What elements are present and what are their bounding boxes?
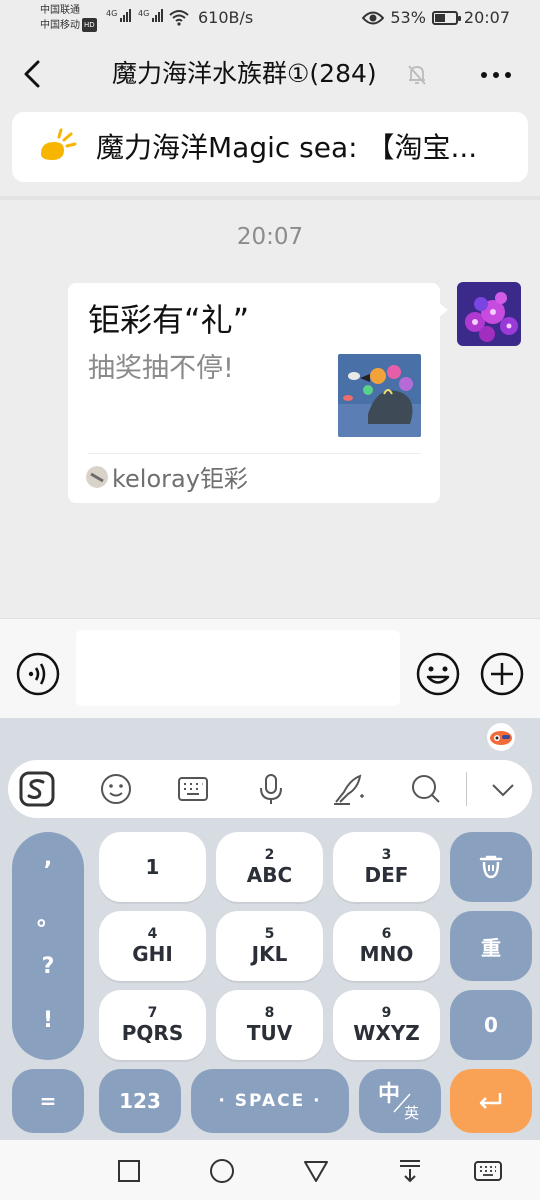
- lang-switch-key[interactable]: 中 英: [359, 1069, 441, 1133]
- keyboard-mascot-icon[interactable]: [486, 722, 516, 752]
- punct-exclaim-key[interactable]: !: [12, 1008, 84, 1033]
- carrier-1: 中国联通: [40, 5, 80, 16]
- hd-badge: HD: [82, 18, 97, 32]
- enter-key[interactable]: [450, 1069, 532, 1133]
- wifi-icon: [169, 10, 189, 26]
- status-right: 53% 20:07: [362, 8, 510, 27]
- signal-1-icon: 4G: [106, 9, 132, 22]
- space-key[interactable]: · SPACE ·: [191, 1069, 349, 1133]
- equals-key[interactable]: =: [12, 1069, 84, 1133]
- key-2[interactable]: 2 ABC: [216, 832, 323, 902]
- plus-icon[interactable]: [480, 652, 524, 696]
- eye-icon: [362, 11, 385, 24]
- punct-comma-key[interactable]: ,: [12, 846, 84, 871]
- key-6[interactable]: 6 MNO: [333, 911, 440, 981]
- battery-icon: [431, 10, 461, 25]
- voice-icon[interactable]: [16, 652, 60, 696]
- divider: [0, 196, 540, 200]
- slash-icon: [393, 1093, 411, 1113]
- back-nav-icon[interactable]: [301, 1156, 331, 1186]
- chevron-down-icon[interactable]: [484, 770, 522, 808]
- bubble-tail: [438, 302, 448, 318]
- delete-key[interactable]: [450, 832, 532, 902]
- signal-2-icon: 4G: [138, 9, 164, 22]
- more-icon[interactable]: [478, 62, 514, 88]
- search-icon[interactable]: [407, 770, 445, 808]
- system-nav-bar: [0, 1140, 540, 1200]
- message-timestamp: 20:07: [236, 224, 304, 250]
- announcement-icon: [41, 128, 77, 160]
- card-thumbnail-image: [338, 354, 421, 437]
- battery-percent: 53%: [390, 8, 426, 27]
- emoji-icon[interactable]: [97, 770, 135, 808]
- sender-avatar[interactable]: [457, 282, 521, 346]
- source-logo-icon: [86, 466, 108, 488]
- key-8[interactable]: 8 TUV: [216, 990, 323, 1060]
- enter-icon: [479, 1093, 502, 1109]
- carrier-2: 中国移动: [40, 20, 80, 31]
- sogou-logo-icon[interactable]: [18, 770, 56, 808]
- handwriting-icon[interactable]: [330, 770, 368, 808]
- clock: 20:07: [463, 8, 510, 27]
- notification-pull-icon[interactable]: [395, 1156, 425, 1186]
- key-3[interactable]: 3 DEF: [333, 832, 440, 902]
- net-type-2: 4G: [138, 9, 150, 18]
- card-description: 抽奖抽不停!: [88, 353, 234, 384]
- net-speed: 610B/s: [198, 8, 254, 27]
- net-type-1: 4G: [106, 9, 118, 18]
- recents-icon[interactable]: [114, 1156, 144, 1186]
- home-icon[interactable]: [207, 1156, 237, 1186]
- key-4[interactable]: 4 GHI: [99, 911, 206, 981]
- toolbar-divider: [466, 772, 467, 806]
- keyboard-layout-icon[interactable]: [174, 770, 212, 808]
- announcement-text: 魔力海洋Magic sea: 【淘宝...: [96, 131, 478, 164]
- num-switch-key[interactable]: 123: [99, 1069, 181, 1133]
- punct-period-key[interactable]: 。: [12, 900, 84, 932]
- carrier-info: 中国联通 中国移动 HD: [40, 4, 97, 33]
- key-9[interactable]: 9 WXYZ: [333, 990, 440, 1060]
- zero-key[interactable]: 0: [450, 990, 532, 1060]
- emoji-icon[interactable]: [416, 652, 460, 696]
- card-title: 钜彩有“礼”: [88, 301, 250, 339]
- punct-question-key[interactable]: ?: [12, 954, 84, 979]
- chevron-left-icon[interactable]: [18, 56, 48, 92]
- redo-key[interactable]: 重: [450, 911, 532, 981]
- microphone-icon[interactable]: [252, 770, 290, 808]
- card-divider: [88, 453, 421, 454]
- card-source-name: keloray钜彩: [112, 465, 248, 493]
- bell-off-icon: [408, 65, 426, 85]
- key-1[interactable]: 1: [99, 832, 206, 902]
- key-7[interactable]: 7 PQRS: [99, 990, 206, 1060]
- key-5[interactable]: 5 JKL: [216, 911, 323, 981]
- delete-icon: [479, 855, 503, 879]
- chat-title[interactable]: 魔力海洋水族群①(284): [112, 56, 377, 92]
- keyboard-hide-icon[interactable]: [473, 1156, 503, 1186]
- message-input[interactable]: [76, 630, 400, 706]
